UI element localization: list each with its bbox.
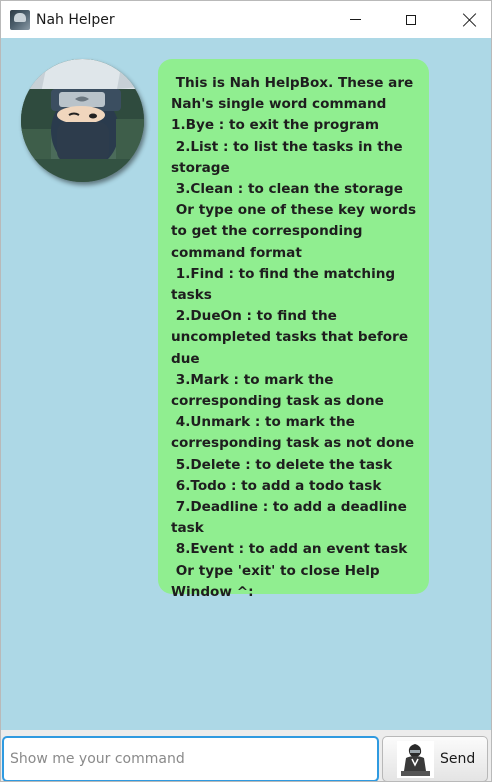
send-button-label: Send [440,751,476,767]
minimize-icon [349,19,361,20]
minimize-button[interactable] [326,1,384,38]
close-icon [463,13,477,27]
app-window: Nah Helper This is Nah HelpBox. These ar… [0,0,492,782]
ninja-avatar [21,59,144,182]
avatar-image [21,59,144,182]
close-button[interactable] [441,1,491,38]
help-message-bubble: This is Nah HelpBox. These are Nah's sin… [158,59,429,600]
command-input[interactable] [2,736,379,781]
send-button[interactable]: Send [382,736,488,781]
window-title: Nah Helper [36,12,115,28]
maximize-button[interactable] [382,1,440,38]
maximize-icon [406,14,416,25]
title-bar[interactable]: Nah Helper [1,1,491,38]
input-bar: Send [1,730,491,781]
ninja-send-icon [397,740,434,778]
help-message-text: This is Nah HelpBox. These are Nah's sin… [171,75,417,600]
app-logo-icon [10,10,30,30]
dialog-container[interactable]: This is Nah HelpBox. These are Nah's sin… [1,38,491,730]
